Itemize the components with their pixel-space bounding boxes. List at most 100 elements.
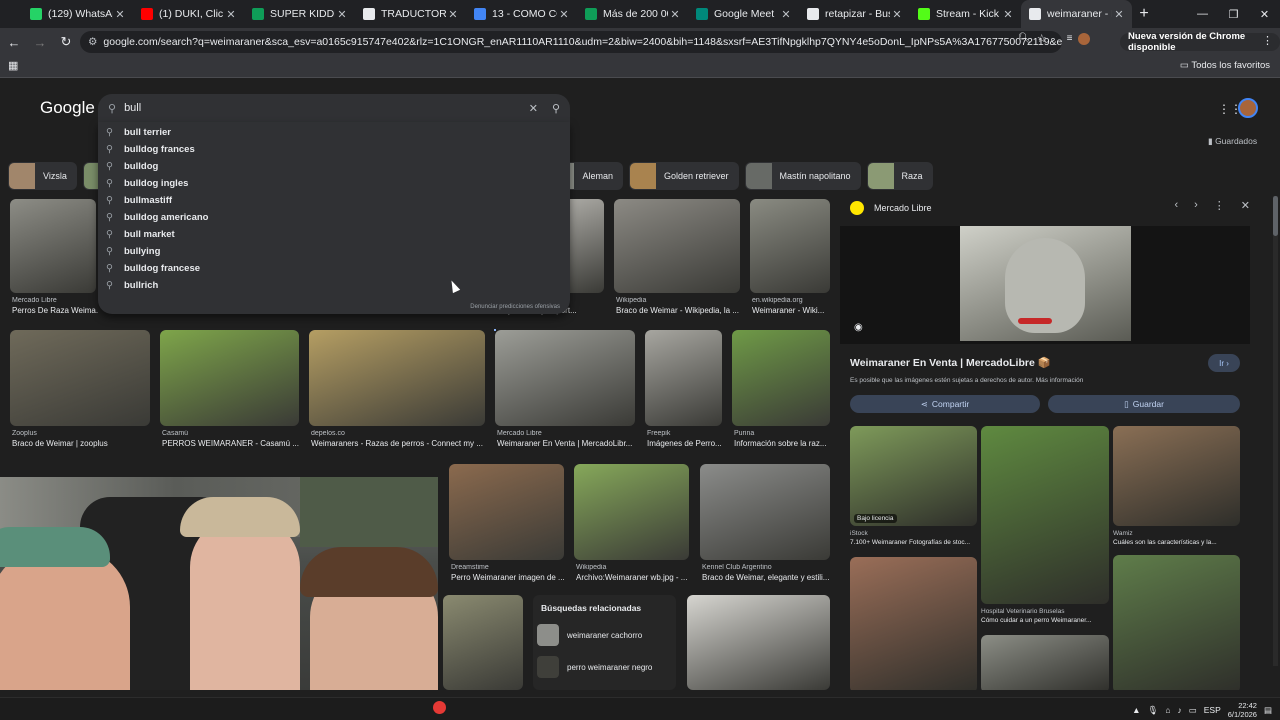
panel-title[interactable]: Weimaraner En Venta | MercadoLibre 📦 bbox=[850, 356, 1051, 369]
tab-4[interactable]: 13 - COMO COM✕ bbox=[466, 0, 577, 28]
reload-icon[interactable]: ↻ bbox=[54, 30, 78, 54]
related-image-title[interactable]: Cuáles son las características y la... bbox=[1113, 539, 1240, 546]
tab-close-icon[interactable]: ✕ bbox=[1112, 8, 1126, 21]
chrome-update-button[interactable]: Nueva versión de Chrome disponible bbox=[1120, 31, 1280, 53]
apps-grid-icon[interactable]: ▦ bbox=[8, 59, 18, 72]
result-thumbnail[interactable] bbox=[732, 330, 830, 426]
result-title[interactable]: Imágenes de Perro... bbox=[647, 439, 727, 448]
share-button[interactable]: ⋖ Compartir bbox=[850, 395, 1040, 413]
suggestion-item[interactable]: ⚲ bulldog ingles bbox=[98, 175, 570, 192]
tab-9[interactable]: weimaraner - Bus✕ bbox=[1021, 0, 1132, 28]
result-thumbnail[interactable] bbox=[449, 464, 564, 560]
result-thumbnail[interactable] bbox=[309, 330, 485, 426]
suggestion-item[interactable]: ⚲ bullrich bbox=[98, 277, 570, 294]
result-thumbnail[interactable] bbox=[443, 595, 523, 690]
search-input[interactable]: bull bbox=[124, 102, 529, 114]
more-icon[interactable]: ⋮ bbox=[1214, 199, 1225, 212]
tab-close-icon[interactable]: ✕ bbox=[335, 8, 349, 21]
result-thumbnail[interactable] bbox=[495, 330, 635, 426]
suggestion-item[interactable]: ⚲ bull market bbox=[98, 226, 570, 243]
close-panel-icon[interactable]: ✕ bbox=[1241, 199, 1250, 212]
related-image[interactable] bbox=[1113, 426, 1240, 526]
related-image[interactable] bbox=[981, 635, 1109, 690]
tab-6[interactable]: Google Meet ✕ bbox=[688, 0, 799, 28]
zoom-icon[interactable]: 🔍︎ bbox=[1018, 33, 1031, 44]
panel-main-image[interactable]: ◉ bbox=[840, 226, 1250, 344]
result-title[interactable]: Weimaraners - Razas de perros - Connect … bbox=[311, 439, 487, 448]
tab-0[interactable]: (129) WhatsApp✕ bbox=[22, 0, 133, 28]
suggestion-item[interactable]: ⚲ bull terrier bbox=[98, 124, 570, 141]
related-image[interactable] bbox=[1113, 555, 1240, 690]
language-indicator[interactable]: ESP bbox=[1204, 705, 1221, 715]
tab-8[interactable]: Stream - Kick Da✕ bbox=[910, 0, 1021, 28]
related-search-item[interactable]: weimaraner cachorro bbox=[537, 623, 671, 647]
result-title[interactable]: Perros De Raza Weima... bbox=[12, 306, 98, 315]
filter-chip[interactable]: Golden retriever bbox=[628, 162, 739, 190]
panel-scrollbar-thumb[interactable] bbox=[1273, 196, 1278, 236]
report-predictions-link[interactable]: Denunciar predicciones ofensivas bbox=[470, 304, 560, 310]
result-thumbnail[interactable] bbox=[645, 330, 722, 426]
visit-button[interactable]: Ir › bbox=[1208, 354, 1240, 372]
result-thumbnail[interactable] bbox=[10, 330, 150, 426]
panel-source[interactable]: Mercado Libre bbox=[850, 201, 932, 215]
result-title[interactable]: Braco de Weimar, elegante y estili... bbox=[702, 573, 832, 582]
save-button[interactable]: ▯ Guardar bbox=[1048, 395, 1240, 413]
close-window-icon[interactable]: ✕ bbox=[1249, 0, 1280, 28]
clock[interactable]: 22:42 6/1/2026 bbox=[1228, 701, 1257, 719]
result-thumbnail[interactable] bbox=[160, 330, 299, 426]
result-thumbnail[interactable] bbox=[614, 199, 740, 293]
tab-3[interactable]: TRADUCTOR ESP✕ bbox=[355, 0, 466, 28]
restore-icon[interactable]: ❐ bbox=[1218, 0, 1249, 28]
profile-icon[interactable] bbox=[1078, 32, 1091, 45]
suggestion-item[interactable]: ⚲ bullying bbox=[98, 243, 570, 260]
result-title[interactable]: Información sobre la raz... bbox=[734, 439, 832, 448]
result-thumbnail[interactable] bbox=[10, 199, 96, 293]
tab-close-icon[interactable]: ✕ bbox=[446, 8, 460, 21]
related-search-item[interactable]: perro weimaraner negro bbox=[537, 655, 671, 679]
suggestion-item[interactable]: ⚲ bulldog francese bbox=[98, 260, 570, 277]
all-bookmarks-link[interactable]: ▭ Todos los favoritos bbox=[1180, 60, 1270, 71]
filter-chip[interactable]: Vizsla bbox=[8, 162, 77, 190]
result-thumbnail[interactable] bbox=[687, 595, 830, 690]
related-image[interactable] bbox=[850, 426, 977, 526]
tab-close-icon[interactable]: ✕ bbox=[1001, 8, 1015, 21]
google-logo[interactable]: Google bbox=[40, 98, 95, 118]
minimize-icon[interactable]: — bbox=[1187, 0, 1218, 28]
tab-close-icon[interactable]: ✕ bbox=[557, 8, 571, 21]
lens-icon[interactable]: ◉ bbox=[854, 322, 863, 333]
result-thumbnail[interactable] bbox=[574, 464, 689, 560]
related-image-title[interactable]: 7.100+ Weimaraner Fotografías de stoc... bbox=[850, 539, 977, 546]
notifications-icon[interactable]: ▤ bbox=[1264, 705, 1272, 716]
tab-close-icon[interactable]: ✕ bbox=[890, 8, 904, 21]
account-avatar[interactable] bbox=[1238, 98, 1258, 118]
tab-close-icon[interactable]: ✕ bbox=[224, 8, 238, 21]
tab-1[interactable]: (1) DUKI, Clic ✕ bbox=[133, 0, 244, 28]
forward-icon[interactable]: → bbox=[28, 30, 52, 54]
result-thumbnail[interactable] bbox=[750, 199, 830, 293]
suggestion-item[interactable]: ⚲ bullmastiff bbox=[98, 192, 570, 209]
battery-icon[interactable]: ▭ bbox=[1189, 705, 1197, 716]
related-image[interactable] bbox=[850, 557, 977, 690]
related-image-title[interactable]: Cómo cuidar a un perro Weimaraner... bbox=[981, 617, 1109, 624]
filter-chip[interactable]: Raza bbox=[866, 162, 933, 190]
tab-close-icon[interactable]: ✕ bbox=[668, 8, 682, 21]
clear-icon[interactable]: ✕ bbox=[529, 102, 538, 115]
back-icon[interactable]: ← bbox=[2, 30, 26, 54]
volume-icon[interactable]: ♪ bbox=[1177, 705, 1181, 715]
related-image[interactable] bbox=[981, 426, 1109, 604]
tray-arrow-icon[interactable]: ▲ bbox=[1132, 705, 1140, 715]
search-box[interactable]: ⚲ bull ✕ ⚲ bbox=[98, 94, 570, 122]
result-title[interactable]: Braco de Weimar | zooplus bbox=[12, 439, 152, 448]
result-title[interactable]: PERROS WEIMARANER - Casamú ... bbox=[162, 439, 301, 448]
result-title[interactable]: Archivo:Weimaraner wb.jpg - ... bbox=[576, 573, 691, 582]
next-icon[interactable]: › bbox=[1194, 199, 1198, 212]
bookmark-star-icon[interactable]: ☆ bbox=[1037, 32, 1047, 45]
result-title[interactable]: Weimaraner - Wiki... bbox=[752, 306, 832, 315]
taskbar-app-icon[interactable] bbox=[433, 701, 446, 714]
suggestion-item[interactable]: ⚲ bulldog frances bbox=[98, 141, 570, 158]
result-title[interactable]: Weimaraner En Venta | MercadoLibr... bbox=[497, 439, 637, 448]
search-submit-icon[interactable]: ⚲ bbox=[552, 102, 560, 115]
media-icon[interactable]: ≡ bbox=[1067, 33, 1073, 44]
result-thumbnail[interactable] bbox=[700, 464, 830, 560]
result-title[interactable]: Perro Weimaraner imagen de ... bbox=[451, 573, 566, 582]
